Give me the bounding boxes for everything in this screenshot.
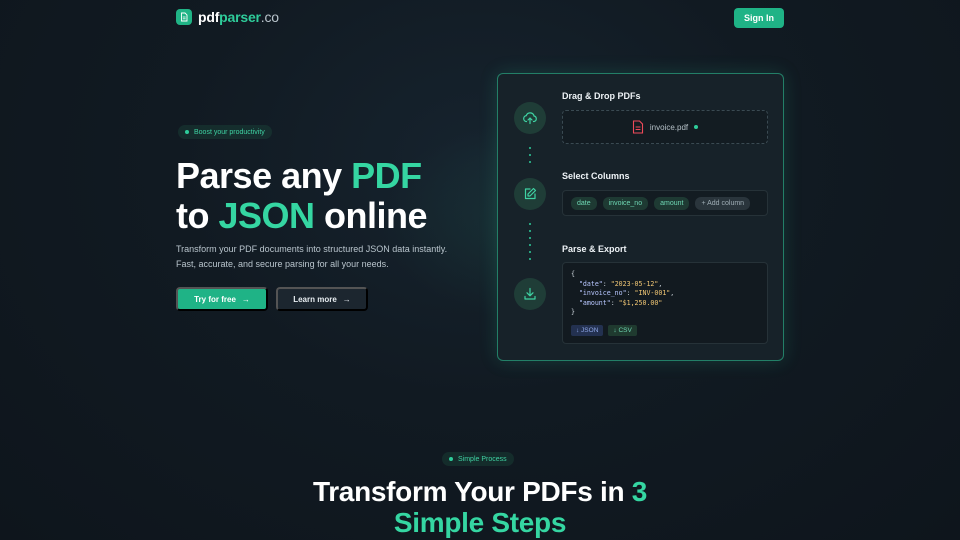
step-connector (529, 147, 531, 163)
badge-dot (185, 130, 189, 134)
hero-title-line2: to JSON online (176, 195, 428, 236)
hero-badge-label: Boost your productivity (194, 128, 265, 136)
header: pdfparser.co Sign In (0, 0, 960, 36)
arrow-right-icon: → (342, 294, 351, 304)
try-for-free-button[interactable]: Try for free → (176, 287, 268, 311)
process-badge-label: Simple Process (458, 455, 507, 463)
export-buttons: ↓ JSON ↓ CSV (571, 325, 637, 336)
code-line: } (571, 308, 575, 316)
workflow-card: Drag & Drop PDFs invoice.pdf Select Colu… (497, 73, 784, 361)
process-title: Transform Your PDFs in 3 Simple Steps (0, 476, 960, 538)
upload-icon (514, 102, 546, 134)
code-line: "amount": "$1,250.00" (578, 298, 663, 307)
export-json-button[interactable]: ↓ JSON (571, 325, 604, 336)
download-icon (514, 278, 546, 310)
step3-title: Parse & Export (562, 244, 627, 254)
process-badge: Simple Process (442, 452, 514, 466)
logo-part-domain: .co (260, 9, 279, 25)
sign-in-button[interactable]: Sign In (734, 8, 784, 28)
hero-description-line1: Transform your PDF documents into struct… (176, 244, 448, 254)
arrow-right-icon: → (241, 294, 250, 304)
hero-description-line2: Fast, accurate, and secure parsing for a… (176, 259, 389, 269)
learn-more-label: Learn more (293, 294, 337, 304)
pdf-file-icon (632, 120, 643, 134)
learn-more-button[interactable]: Learn more → (276, 287, 368, 311)
export-csv-button[interactable]: ↓ CSV (608, 325, 637, 336)
logo[interactable]: pdfparser.co (176, 9, 279, 25)
column-tag-amount[interactable]: amount (654, 196, 690, 210)
logo-part-pdf: pdf (198, 9, 220, 25)
document-icon (176, 9, 192, 25)
hero-title: Parse any PDF to JSON online (176, 156, 428, 236)
add-column-button[interactable]: + Add column (695, 196, 751, 210)
process-title-line2: Simple Steps (393, 507, 567, 538)
file-name: invoice.pdf (649, 122, 689, 132)
hero-title-pdf: PDF (351, 155, 422, 196)
process-title-line1: Transform Your PDFs in 3 (0, 476, 960, 507)
process-title-number: 3 (631, 476, 648, 507)
process-title-prefix: Transform Your PDFs in (312, 476, 632, 507)
edit-icon (514, 178, 546, 210)
hero-badge: Boost your productivity (178, 125, 272, 139)
hero-title-line1: Parse any PDF (176, 156, 427, 196)
pdf-dropzone[interactable]: invoice.pdf (562, 110, 768, 144)
hero-title-json: JSON (218, 195, 315, 236)
try-for-free-label: Try for free (194, 294, 236, 304)
column-tag-invoice-no[interactable]: invoice_no (602, 196, 649, 210)
code-line: "invoice_no": "INV-001", (578, 289, 675, 297)
badge-dot (449, 457, 453, 461)
hero-title-line2-prefix: to (176, 195, 219, 236)
step1-title: Drag & Drop PDFs (562, 91, 641, 101)
column-tag-date[interactable]: date (571, 196, 597, 210)
column-selector: date invoice_no amount + Add column (562, 190, 768, 216)
step2-title: Select Columns (562, 171, 630, 181)
code-line: { (571, 270, 575, 278)
status-dot (694, 125, 699, 129)
hero-title-line2-suffix: online (314, 195, 428, 236)
json-preview: { "date": "2023-05-12", "invoice_no": "I… (562, 262, 768, 344)
code-line: "date": "2023-05-12", (578, 279, 663, 288)
step-connector (529, 223, 531, 260)
logo-text: pdfparser.co (198, 9, 279, 25)
logo-part-parser: parser (219, 9, 261, 25)
hero-title-line1-prefix: Parse any (176, 155, 352, 196)
hero-description: Transform your PDF documents into struct… (176, 242, 476, 272)
